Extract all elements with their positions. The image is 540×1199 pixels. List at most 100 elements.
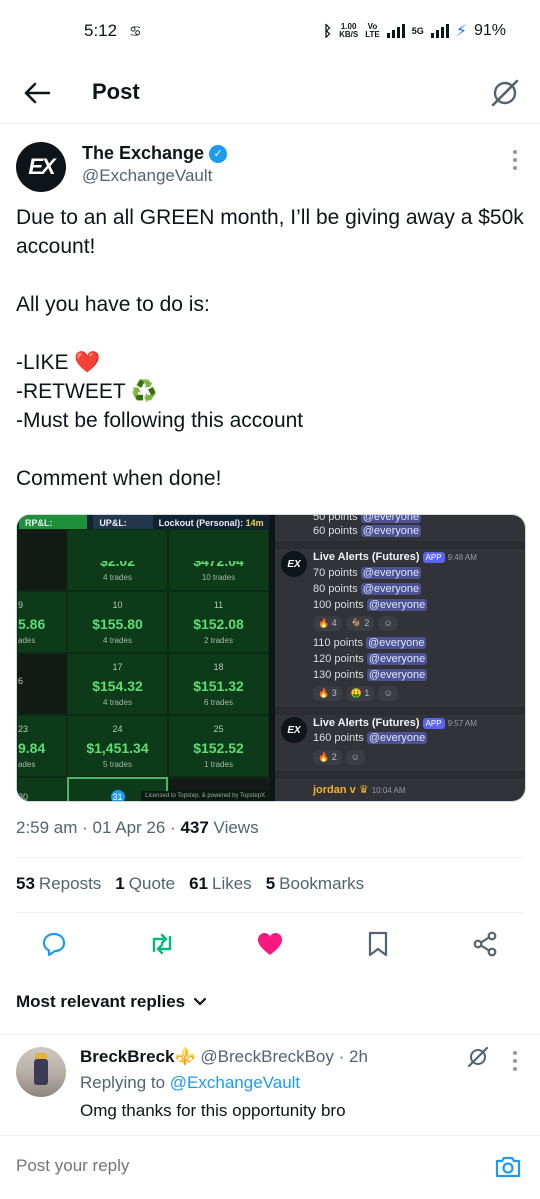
reaction-fire[interactable]: 🔥 3 bbox=[313, 686, 342, 701]
reply-author-handle: @BreckBreckBoy bbox=[200, 1047, 334, 1066]
calendar-day-cell bbox=[17, 529, 67, 591]
calendar-day-number: 25 bbox=[213, 723, 224, 734]
reply-input[interactable] bbox=[16, 1156, 416, 1176]
page-title: Post bbox=[92, 79, 140, 104]
reaction-goat[interactable]: 🐐 2 bbox=[345, 616, 375, 631]
charging-icon: ⚡ bbox=[455, 23, 467, 40]
calendar-day-cell: 9 5.86 ades bbox=[17, 591, 67, 653]
bookmarks-stat[interactable]: 5 Bookmarks bbox=[266, 874, 365, 894]
calendar-day-number: 23 bbox=[18, 723, 29, 734]
signal-2-icon bbox=[430, 24, 449, 38]
calendar-day-cell: 11 $152.08 2 trades bbox=[168, 591, 269, 653]
bot-avatar: EX bbox=[281, 717, 307, 743]
views-count: 437 bbox=[180, 818, 209, 837]
signal-1-icon bbox=[386, 24, 405, 38]
discord-alerts-image[interactable]: 50 points @everyone 60 points @everyone … bbox=[275, 515, 525, 801]
calendar-day-trades: 4 trades bbox=[103, 573, 132, 582]
add-reaction-icon[interactable]: ☺ bbox=[345, 750, 365, 765]
message-header: Live Alerts (Futures) APP 9:57 AM bbox=[313, 717, 477, 729]
calendar-day-number: 17 bbox=[112, 661, 123, 672]
calendar-day-cell: 6 bbox=[17, 653, 67, 715]
reactions-row: 🔥 3 🤑 1 ☺ bbox=[313, 686, 398, 701]
alert-line: 80 points @everyone bbox=[313, 583, 422, 595]
calendar-day-number: 18 bbox=[213, 661, 224, 672]
calendar-day-pnl: $1,451.34 bbox=[86, 739, 149, 756]
likes-stat[interactable]: 61 Likes bbox=[189, 874, 252, 894]
alert-line: 70 points @everyone bbox=[313, 567, 422, 579]
calendar-day-trades: 2 trades bbox=[204, 635, 233, 645]
calendar-day-trades: 5 trades bbox=[103, 759, 132, 769]
divider bbox=[0, 1034, 540, 1035]
replying-to: Replying to @ExchangeVault bbox=[80, 1073, 301, 1092]
reply-item[interactable]: BreckBreck⚜️ @BreckBreckBoy · 2h Replyin… bbox=[16, 1043, 524, 1123]
bookmark-button[interactable] bbox=[362, 928, 394, 960]
reply-button[interactable] bbox=[38, 928, 70, 960]
calendar-day-pnl: $154.32 bbox=[92, 677, 143, 694]
message-header: Live Alerts (Futures) APP 9:48 AM bbox=[313, 551, 477, 563]
alert-line: 50 points @everyone bbox=[313, 515, 422, 523]
calendar-day-pnl: $155.80 bbox=[92, 615, 143, 632]
sort-label: Most relevant replies bbox=[16, 992, 186, 1011]
top-app-bar: Post bbox=[0, 62, 540, 124]
reaction-fire[interactable]: 🔥 4 bbox=[313, 616, 342, 631]
more-options-button[interactable] bbox=[512, 150, 518, 170]
add-reaction-icon[interactable]: ☺ bbox=[378, 686, 398, 701]
calendar-day-pnl: $472.04 bbox=[193, 553, 244, 569]
notification-icon: ♋︎ bbox=[129, 22, 142, 39]
reply-icon bbox=[42, 932, 66, 957]
calendar-day-trades: 4 trades bbox=[103, 635, 132, 645]
calendar-day-trades: 10 trades bbox=[201, 573, 236, 582]
repost-button[interactable] bbox=[146, 928, 178, 960]
bookmark-icon bbox=[368, 931, 388, 957]
reactions-row: 🔥 2 ☺ bbox=[313, 750, 365, 765]
add-reaction-icon[interactable]: ☺ bbox=[378, 616, 398, 631]
alert-line: 100 points @everyone bbox=[313, 599, 428, 611]
share-button[interactable] bbox=[469, 928, 501, 960]
calendar-day-pnl: $2.02 bbox=[99, 553, 136, 569]
like-button[interactable] bbox=[254, 928, 286, 960]
post-meta: 2:59 am · 01 Apr 26 · 437 Views bbox=[16, 818, 259, 837]
replies-sort-dropdown[interactable]: Most relevant replies bbox=[16, 992, 207, 1012]
back-button[interactable] bbox=[22, 78, 52, 108]
replying-to-link[interactable]: @ExchangeVault bbox=[170, 1073, 300, 1092]
reposts-stat[interactable]: 53 Reposts bbox=[16, 874, 101, 894]
message-separator bbox=[275, 707, 525, 715]
calendar-day-cell: 307.98 bbox=[17, 777, 67, 801]
author-avatar[interactable]: EX bbox=[16, 142, 66, 192]
calendar-day-cell: 24 $1,451.34 5 trades bbox=[67, 715, 168, 777]
message-separator bbox=[275, 771, 525, 779]
chevron-down-icon bbox=[194, 997, 207, 1006]
calendar-day-number: 10 bbox=[112, 599, 123, 610]
reply-text: Omg thanks for this opportunity bro bbox=[80, 1101, 346, 1120]
author-handle[interactable]: @ExchangeVault bbox=[82, 166, 212, 186]
battery-level: 91% bbox=[473, 22, 506, 39]
calendar-day-cell: $2.02 4 trades bbox=[67, 529, 168, 591]
grok-button[interactable] bbox=[488, 76, 522, 110]
author-name-row[interactable]: The Exchange ✓ bbox=[82, 143, 228, 164]
camera-button[interactable] bbox=[494, 1154, 522, 1182]
reaction-money[interactable]: 🤑 1 bbox=[345, 686, 375, 701]
alert-line: 60 points @everyone bbox=[313, 525, 422, 537]
share-icon bbox=[473, 931, 497, 957]
calendar-day-pnl: $151.32 bbox=[193, 677, 244, 694]
reaction-fire[interactable]: 🔥 2 bbox=[313, 750, 342, 765]
reply-composer bbox=[16, 1148, 524, 1188]
calendar-day-cell: $472.04 10 trades bbox=[168, 529, 269, 591]
alert-line: 120 points @everyone bbox=[313, 653, 428, 665]
engagement-stats: 53 Reposts 1 Quote 61 Likes 5 Bookmarks bbox=[16, 874, 364, 894]
reply-grok-button[interactable] bbox=[466, 1045, 490, 1069]
volte-indicator: Vo LTE bbox=[365, 22, 380, 39]
camera-icon bbox=[495, 1156, 521, 1178]
calendar-day-cell: 23 9.84 ades bbox=[17, 715, 67, 777]
post-media[interactable]: RP&L: $151.82 UP&L: $0.00 Lockout (Perso… bbox=[16, 514, 526, 802]
calendar-day-number: 9 bbox=[18, 599, 24, 610]
calendar-day-number: 30 bbox=[18, 792, 29, 801]
trading-calendar-image[interactable]: RP&L: $151.82 UP&L: $0.00 Lockout (Perso… bbox=[17, 515, 269, 801]
views-label: Views bbox=[213, 818, 259, 837]
reply-more-options-button[interactable] bbox=[512, 1051, 518, 1071]
reply-author-row[interactable]: BreckBreck⚜️ @BreckBreckBoy · 2h bbox=[80, 1047, 368, 1067]
calendar-footer: Licensed to Topstep. & powered by Topste… bbox=[141, 791, 269, 801]
reply-avatar[interactable] bbox=[16, 1047, 66, 1097]
calendar-day-pnl: 5.86 bbox=[18, 615, 46, 632]
quotes-stat[interactable]: 1 Quote bbox=[115, 874, 175, 894]
